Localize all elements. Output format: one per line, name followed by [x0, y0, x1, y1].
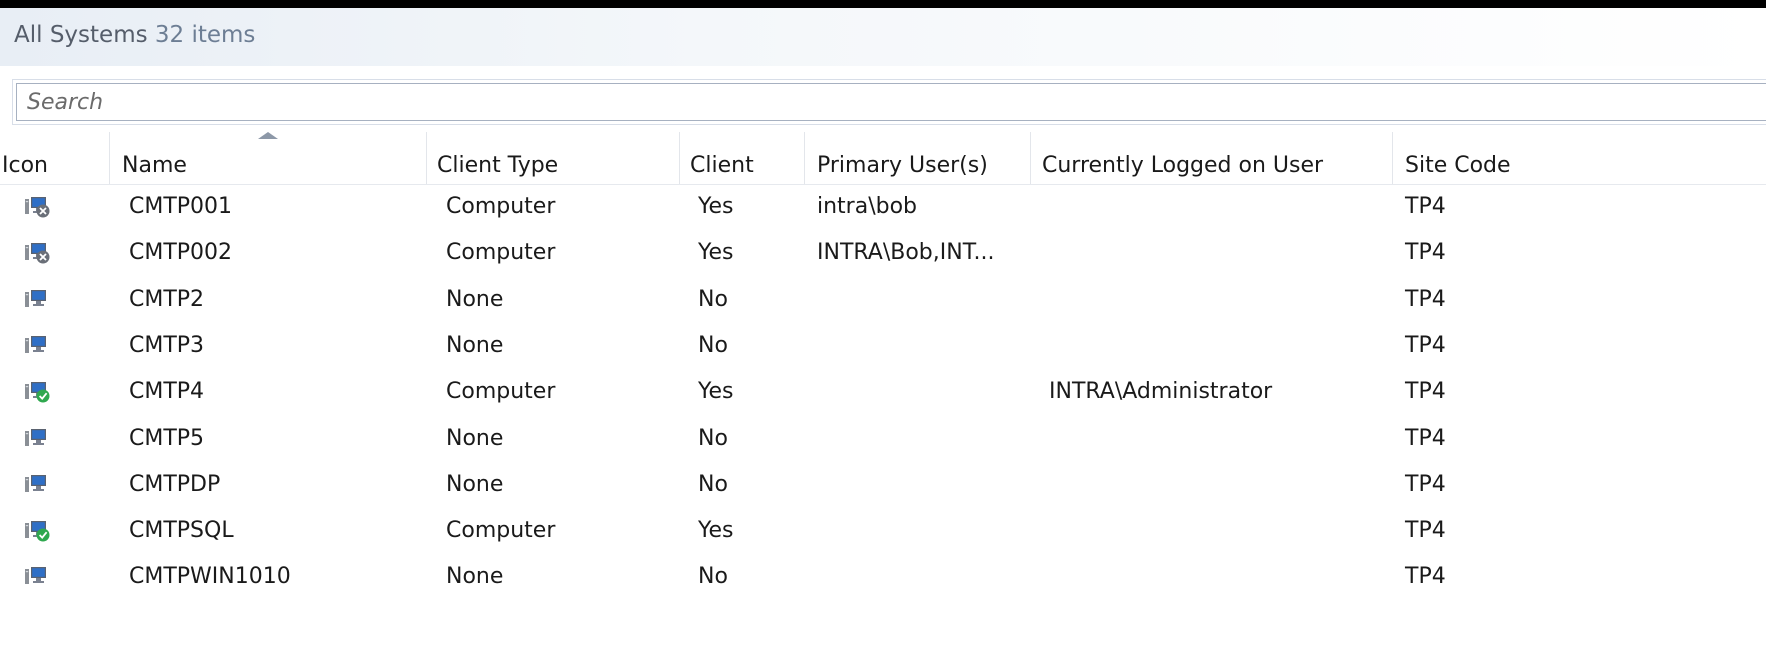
computer-error-icon — [24, 194, 50, 218]
site-code: TP4 — [1405, 471, 1446, 497]
computer-error-icon — [24, 240, 50, 264]
client-status: No — [698, 286, 728, 312]
device-name: CMTP3 — [129, 332, 205, 358]
table-row[interactable]: CMTPSQL Computer Yes TP4 — [0, 508, 1766, 554]
table-row[interactable]: CMTP002 Computer Yes INTRA\Bob,INT... TP4 — [0, 230, 1766, 276]
column-header-name[interactable]: Name — [110, 132, 427, 184]
site-code: TP4 — [1405, 286, 1446, 312]
table-row[interactable]: CMTP2 None No TP4 — [0, 277, 1766, 323]
device-name: CMTP5 — [129, 425, 205, 451]
site-code: TP4 — [1405, 425, 1446, 451]
table-row[interactable]: CMTP001 Computer Yes intra\bob TP4 — [0, 184, 1766, 230]
column-header-client-type[interactable]: Client Type — [427, 132, 680, 184]
device-name: CMTPDP — [129, 471, 221, 497]
grid-header: Icon Name Client Type Client Primary Use… — [0, 132, 1766, 185]
sort-ascending-icon — [258, 132, 278, 139]
client-status: Yes — [698, 194, 734, 219]
site-code: TP4 — [1405, 240, 1446, 266]
table-row[interactable]: CMTP5 None No TP4 — [0, 416, 1766, 462]
column-header-site-code[interactable]: Site Code — [1393, 132, 1766, 184]
column-header-icon[interactable]: Icon — [0, 132, 110, 184]
computer-icon — [24, 472, 50, 496]
client-status: No — [698, 564, 728, 590]
client-type: Computer — [446, 240, 556, 266]
computer-ok-icon — [24, 379, 50, 403]
table-row[interactable]: CMTPWIN1010 None No TP4 — [0, 554, 1766, 600]
device-name: CMTP2 — [129, 286, 205, 312]
collection-name: All Systems — [14, 22, 148, 48]
site-code: TP4 — [1405, 564, 1446, 590]
computer-icon — [24, 287, 50, 311]
client-status: Yes — [698, 518, 734, 544]
column-header-currently-logged-on-user[interactable]: Currently Logged on User — [1031, 132, 1393, 184]
client-status: Yes — [698, 379, 734, 405]
computer-ok-icon — [24, 518, 50, 542]
all-systems-panel: All Systems 32 items Icon Name Client Ty… — [0, 8, 1766, 669]
primary-users: INTRA\Bob,INT... — [817, 240, 995, 266]
site-code: TP4 — [1405, 379, 1446, 405]
primary-users: intra\bob — [817, 194, 918, 219]
table-row[interactable]: CMTP4 Computer Yes INTRA\Administrator TP4 — [0, 369, 1766, 415]
view-title: All Systems 32 items — [14, 22, 255, 48]
client-type: None — [446, 286, 504, 312]
client-type: Computer — [446, 518, 556, 544]
client-status: No — [698, 332, 728, 358]
logged-on-user: INTRA\Administrator — [1049, 379, 1273, 405]
device-name: CMTPSQL — [129, 518, 234, 544]
device-name: CMTP4 — [129, 379, 205, 405]
computer-icon — [24, 564, 50, 588]
column-header-primary-users[interactable]: Primary User(s) — [805, 132, 1031, 184]
client-type: Computer — [446, 194, 556, 219]
client-type: Computer — [446, 379, 556, 405]
table-row[interactable]: CMTPDP None No TP4 — [0, 462, 1766, 508]
computer-icon — [24, 426, 50, 450]
client-status: No — [698, 425, 728, 451]
column-header-client[interactable]: Client — [680, 132, 805, 184]
site-code: TP4 — [1405, 194, 1446, 219]
site-code: TP4 — [1405, 518, 1446, 544]
search-box[interactable] — [12, 79, 1766, 125]
view-title-bar: All Systems 32 items — [0, 8, 1766, 66]
device-name: CMTP001 — [129, 194, 233, 219]
client-type: None — [446, 332, 504, 358]
computer-icon — [24, 333, 50, 357]
client-status: No — [698, 471, 728, 497]
device-name: CMTP002 — [129, 240, 233, 266]
client-type: None — [446, 564, 504, 590]
table-row[interactable]: CMTP3 None No TP4 — [0, 323, 1766, 369]
client-status: Yes — [698, 240, 734, 266]
device-name: CMTPWIN1010 — [129, 564, 291, 590]
search-input[interactable] — [27, 84, 1627, 120]
item-count: 32 items — [154, 22, 256, 48]
site-code: TP4 — [1405, 332, 1446, 358]
client-type: None — [446, 425, 504, 451]
client-type: None — [446, 471, 504, 497]
